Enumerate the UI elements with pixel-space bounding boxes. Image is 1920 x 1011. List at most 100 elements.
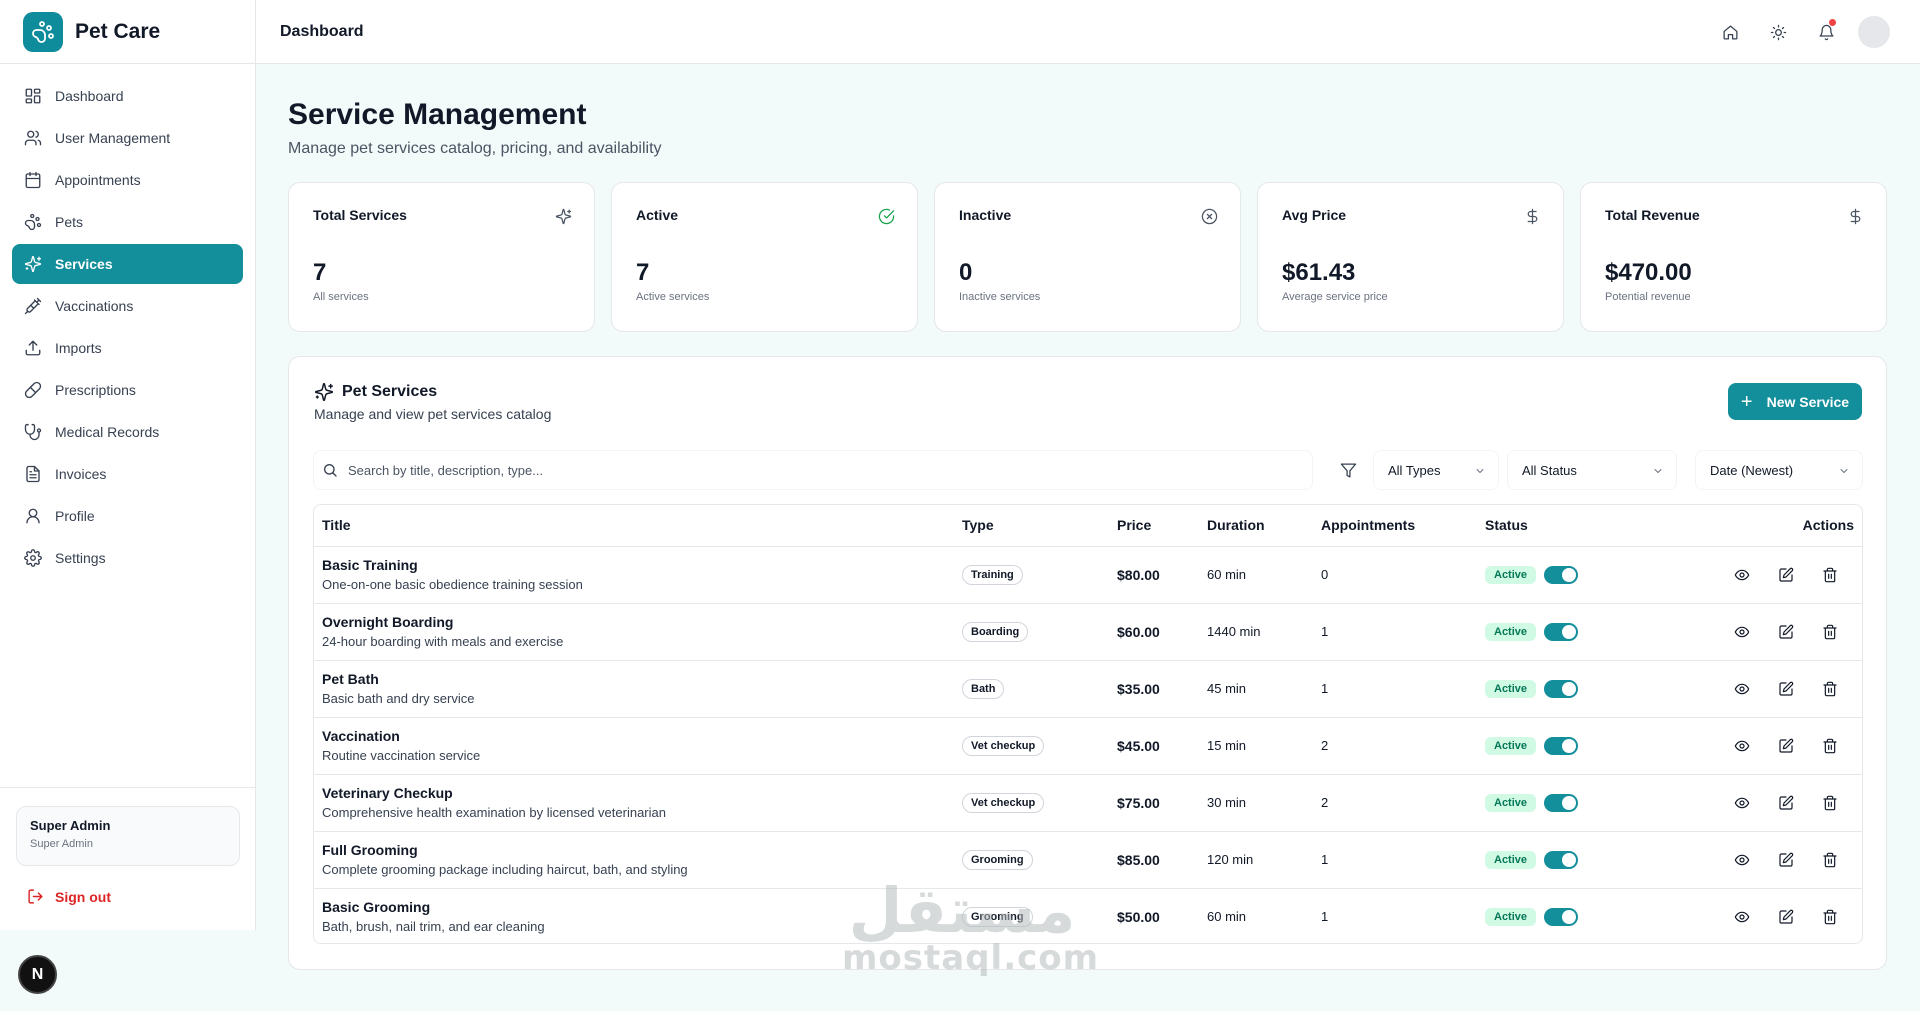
delete-button[interactable] (1818, 677, 1842, 701)
sign-out-button[interactable]: Sign out (27, 888, 256, 905)
avatar[interactable] (1858, 16, 1890, 48)
status-toggle[interactable] (1544, 565, 1579, 584)
eye-icon (1734, 626, 1750, 637)
sun-icon (1770, 24, 1786, 40)
edit-button[interactable] (1774, 563, 1798, 587)
card-title-text: Pet Services (342, 383, 438, 400)
column-header-type[interactable]: Type (954, 505, 1109, 547)
x-circle-icon (1201, 208, 1218, 225)
breadcrumb: Dashboard (280, 22, 364, 40)
view-button[interactable] (1730, 620, 1754, 644)
table-row[interactable]: Pet Bath Basic bath and dry service Bath… (314, 660, 1862, 718)
status-cell: Active (1485, 793, 1659, 812)
table-row[interactable]: Veterinary Checkup Comprehensive health … (314, 774, 1862, 832)
trash-icon (1823, 852, 1837, 867)
delete-button[interactable] (1818, 620, 1842, 644)
delete-button[interactable] (1818, 734, 1842, 758)
view-button[interactable] (1730, 905, 1754, 929)
service-description: 24-hour boarding with meals and exercise (322, 634, 564, 649)
service-duration: 120 min (1207, 852, 1254, 867)
sidebar-item-prescriptions[interactable]: Prescriptions (12, 370, 243, 410)
theme-toggle-button[interactable] (1762, 16, 1794, 48)
stat-label: Total Services (313, 207, 407, 223)
column-header-duration[interactable]: Duration (1199, 505, 1313, 547)
column-header-title[interactable]: Title (314, 505, 954, 547)
edit-button[interactable] (1774, 677, 1798, 701)
table-row[interactable]: Vaccination Routine vaccination service … (314, 717, 1862, 775)
sparkles-icon (555, 208, 572, 225)
table-row[interactable]: Basic Grooming Bath, brush, nail trim, a… (314, 888, 1862, 943)
sidebar-item-imports[interactable]: Imports (12, 328, 243, 368)
status-badge: Active (1485, 850, 1537, 869)
status-badge: Active (1485, 736, 1537, 755)
sidebar-item-user-management[interactable]: User Management (12, 118, 243, 158)
status-toggle[interactable] (1544, 679, 1579, 698)
row-actions (1675, 905, 1854, 929)
sidebar-item-vaccinations[interactable]: Vaccinations (12, 286, 243, 326)
file-icon (26, 465, 40, 483)
service-price: $35.00 (1117, 680, 1160, 697)
sparkles-icon (314, 382, 334, 402)
search-input[interactable] (348, 462, 1248, 478)
card-subtitle: Manage and view pet services catalog (314, 406, 552, 422)
notifications-button[interactable] (1810, 16, 1842, 48)
view-button[interactable] (1730, 563, 1754, 587)
status-toggle[interactable] (1544, 736, 1579, 755)
service-duration: 60 min (1207, 909, 1247, 925)
view-button[interactable] (1730, 791, 1754, 815)
main-content: Service Management Manage pet services c… (288, 64, 1888, 970)
edit-button[interactable] (1774, 848, 1798, 872)
column-header-price[interactable]: Price (1109, 505, 1199, 547)
delete-button[interactable] (1818, 848, 1842, 872)
edit-icon (1779, 681, 1794, 696)
table-row[interactable]: Full Grooming Complete grooming package … (314, 831, 1862, 889)
delete-button[interactable] (1818, 905, 1842, 929)
service-description: Routine vaccination service (322, 748, 481, 763)
edit-button[interactable] (1774, 734, 1798, 758)
sidebar-item-settings[interactable]: Settings (12, 538, 243, 578)
delete-button[interactable] (1818, 563, 1842, 587)
column-header-actions: Actions (1667, 505, 1862, 547)
stat-value: 7 (313, 259, 327, 286)
table-row[interactable]: Overnight Boarding 24-hour boarding with… (314, 603, 1862, 661)
eye-icon (1734, 740, 1750, 751)
services-table: Title Type Price Duration Appointments S… (314, 505, 1862, 943)
search-icon (324, 464, 337, 477)
stat-desc: Potential revenue (1605, 291, 1691, 303)
status-toggle[interactable] (1544, 907, 1579, 926)
home-button[interactable] (1714, 16, 1746, 48)
view-button[interactable] (1730, 734, 1754, 758)
sidebar-item-pets[interactable]: Pets (12, 202, 243, 242)
status-toggle[interactable] (1544, 850, 1579, 869)
dev-tools-badge[interactable]: N (18, 955, 57, 994)
service-title: Pet Bath (322, 671, 379, 687)
sidebar-item-appointments[interactable]: Appointments (12, 160, 243, 200)
user-card[interactable]: Super Admin Super Admin (16, 806, 240, 866)
type-filter-select[interactable]: All Types (1373, 450, 1499, 490)
sidebar-item-dashboard[interactable]: Dashboard (12, 76, 243, 116)
service-price: $50.00 (1117, 908, 1160, 925)
sidebar-item-profile[interactable]: Profile (12, 496, 243, 536)
edit-button[interactable] (1774, 620, 1798, 644)
delete-button[interactable] (1818, 791, 1842, 815)
sort-value: Date (Newest) (1710, 462, 1794, 478)
edit-button[interactable] (1774, 791, 1798, 815)
new-service-button[interactable]: + New Service (1728, 383, 1862, 420)
brand[interactable]: Pet Care (0, 0, 255, 64)
status-toggle[interactable] (1544, 793, 1579, 812)
sidebar-item-invoices[interactable]: Invoices (12, 454, 243, 494)
sort-select[interactable]: Date (Newest) (1695, 450, 1863, 490)
edit-button[interactable] (1774, 905, 1798, 929)
view-button[interactable] (1730, 677, 1754, 701)
sign-out-label: Sign out (55, 888, 111, 905)
table-row[interactable]: Basic Training One-on-one basic obedienc… (314, 546, 1862, 604)
status-filter-select[interactable]: All Status (1507, 450, 1677, 490)
type-badge: Grooming (962, 849, 1033, 870)
stat-desc: Average service price (1282, 291, 1388, 303)
column-header-appointments[interactable]: Appointments (1313, 505, 1477, 547)
sidebar-item-medical-records[interactable]: Medical Records (12, 412, 243, 452)
status-toggle[interactable] (1544, 622, 1579, 641)
sidebar-item-services[interactable]: Services (12, 244, 243, 284)
view-button[interactable] (1730, 848, 1754, 872)
column-header-status[interactable]: Status (1477, 505, 1667, 547)
